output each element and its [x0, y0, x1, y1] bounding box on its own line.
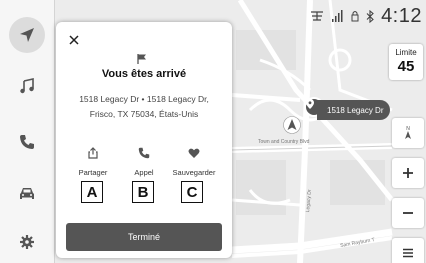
map-controls: N — [392, 118, 424, 263]
nav-car-button[interactable] — [9, 176, 45, 212]
callout-b: B — [132, 181, 154, 203]
zoom-in-button[interactable] — [392, 158, 424, 188]
destination-address: 1518 Legacy Dr • 1518 Legacy Dr, Frisco,… — [64, 92, 224, 122]
speed-limit-sign: Limite 45 — [389, 44, 423, 80]
compass-label: N — [406, 126, 410, 132]
speed-limit-label: Limite — [395, 48, 417, 57]
settings-icon — [20, 235, 34, 249]
lock-icon — [351, 11, 359, 22]
plus-icon — [403, 168, 413, 178]
close-button[interactable] — [64, 30, 84, 50]
car-icon — [20, 188, 34, 199]
callout-a: A — [81, 181, 103, 203]
menu-button[interactable] — [392, 238, 424, 263]
clock: 4:12 — [381, 4, 422, 27]
navigation-arrow-icon — [20, 28, 34, 42]
close-icon — [69, 35, 79, 45]
connected-device-icon — [311, 11, 324, 21]
save-action[interactable]: Sauvegarder — [165, 144, 223, 177]
share-label: Partager — [78, 168, 108, 177]
compass-icon: N — [405, 126, 411, 139]
compass-button[interactable]: N — [392, 118, 424, 148]
signal-icon — [332, 10, 343, 22]
music-note-icon — [20, 78, 34, 94]
minus-icon — [403, 212, 413, 214]
callout-c: C — [181, 181, 203, 203]
nav-phone-button[interactable] — [9, 124, 45, 160]
call-icon — [135, 144, 153, 162]
left-nav-rail — [0, 0, 55, 263]
nav-settings-button[interactable] — [9, 224, 45, 260]
done-button[interactable]: Terminé — [66, 223, 222, 251]
street-label-town-country: Town and Country Blvd — [258, 139, 310, 145]
phone-icon — [20, 135, 34, 149]
bluetooth-icon — [366, 9, 374, 23]
speed-limit-value: 45 — [397, 58, 415, 75]
zoom-out-button[interactable] — [392, 198, 424, 228]
nav-music-button[interactable] — [9, 68, 45, 104]
save-label: Sauvegarder — [172, 168, 216, 177]
share-action[interactable]: Partager — [64, 144, 122, 177]
save-heart-icon — [185, 144, 203, 162]
screen: Town and Country Blvd Legacy Dr Sam Rayb… — [0, 0, 426, 263]
destination-label[interactable]: 1518 Legacy Dr — [317, 100, 391, 120]
nav-navigation-button[interactable] — [9, 17, 45, 53]
arrival-dialog: Vous êtes arrivé 1518 Legacy Dr • 1518 L… — [56, 22, 232, 258]
share-icon — [84, 144, 102, 162]
status-bar: 4:12 — [309, 4, 422, 28]
menu-icon — [403, 248, 413, 258]
address-line-2: Frisco, TX 75034, États-Unis — [89, 109, 199, 119]
dialog-title: Vous êtes arrivé — [101, 68, 187, 80]
address-line-1: 1518 Legacy Dr • 1518 Legacy Dr, — [79, 94, 209, 104]
